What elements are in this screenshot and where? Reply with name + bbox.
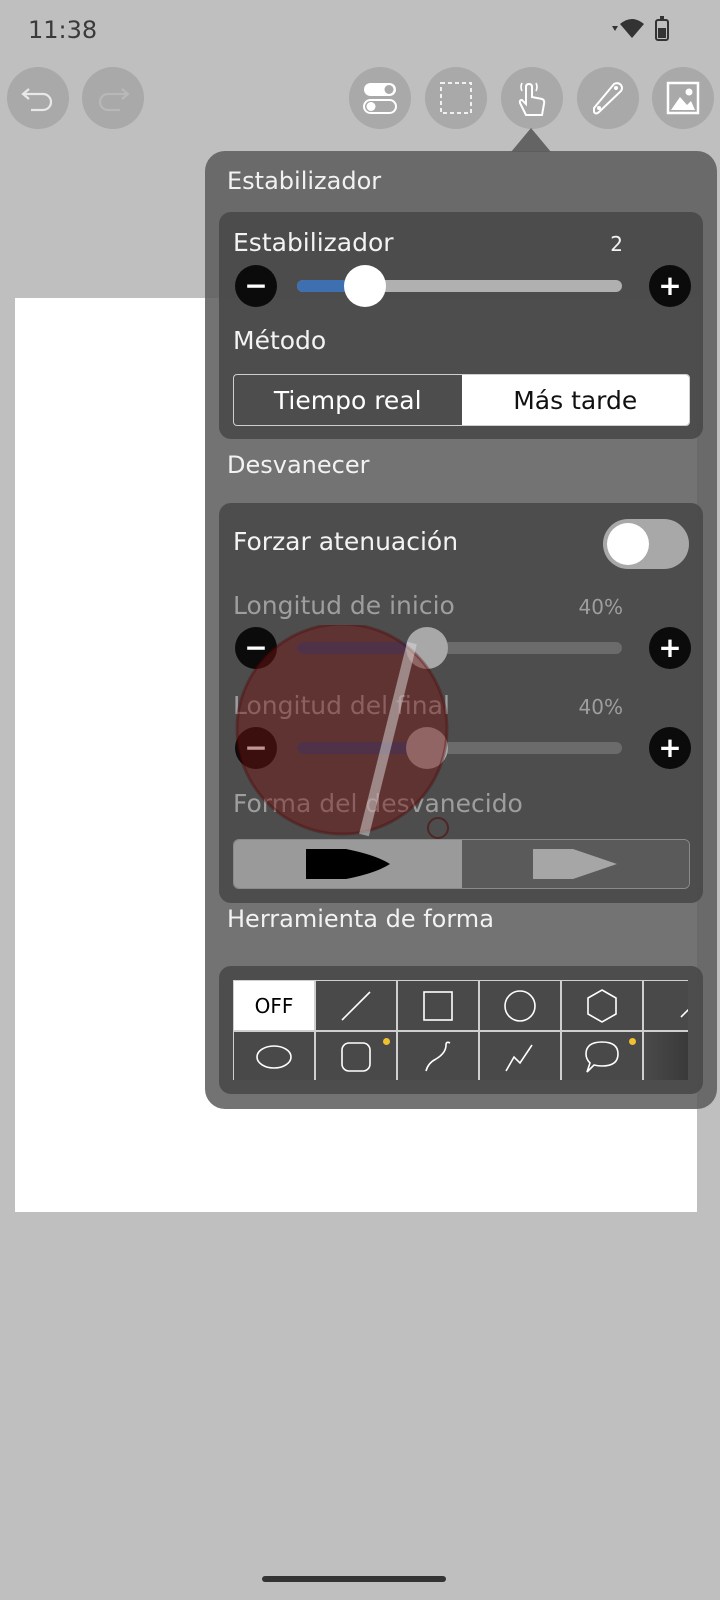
image-button[interactable] — [652, 67, 714, 129]
ruler-icon — [593, 82, 623, 115]
shape-arc-button[interactable] — [643, 980, 688, 1031]
polyline-icon — [505, 1044, 533, 1071]
end-length-slider-track[interactable] — [297, 742, 622, 754]
start-length-label: Longitud de inicio — [233, 591, 455, 620]
start-length-minus-button[interactable]: − — [235, 627, 277, 669]
toggle-settings-icon — [363, 83, 397, 114]
section-title-stabilizer: Estabilizador — [227, 167, 382, 195]
rectangle-icon — [423, 990, 453, 1021]
method-label: Método — [233, 326, 327, 355]
line-icon — [341, 990, 371, 1021]
image-icon — [666, 81, 700, 115]
shape-circle-button[interactable] — [479, 980, 561, 1031]
start-length-slider-thumb[interactable] — [406, 627, 448, 669]
stabilizer-plus-button[interactable]: + — [649, 265, 691, 307]
redo-icon — [98, 88, 130, 112]
fade-shape-option-rounded[interactable] — [234, 840, 462, 888]
section-title-shape-tool: Herramienta de forma — [227, 905, 494, 933]
shape-tool-grid: OFF — [233, 980, 688, 1080]
stabilizer-slider-thumb[interactable] — [344, 265, 387, 307]
end-length-slider-thumb[interactable] — [406, 727, 448, 769]
fade-shape-control — [233, 839, 690, 889]
selection-icon — [440, 82, 472, 114]
start-length-slider-track[interactable] — [297, 642, 622, 654]
redo-button[interactable] — [82, 67, 144, 129]
status-bar: 11:38 — [0, 0, 720, 60]
popup-arrow — [511, 128, 551, 152]
stabilizer-popup: Estabilizador Estabilizador 2 − + Método… — [205, 151, 717, 1109]
new-indicator-dot — [383, 1038, 390, 1045]
undo-button[interactable] — [7, 67, 69, 129]
shape-more-button[interactable] — [643, 1031, 688, 1080]
settings-toggle-button[interactable] — [349, 67, 411, 129]
method-segmented-control: Tiempo real Más tarde — [233, 374, 690, 426]
selection-button[interactable] — [425, 67, 487, 129]
shape-speech-bubble-button[interactable] — [561, 1031, 643, 1080]
stabilizer-value: 2 — [610, 232, 623, 256]
curve-icon — [425, 1041, 451, 1071]
start-length-plus-button[interactable]: + — [649, 627, 691, 669]
fade-card: Forzar atenuación Longitud de inicio 40%… — [219, 503, 703, 903]
shape-curve-button[interactable] — [397, 1031, 479, 1080]
end-length-value: 40% — [578, 695, 623, 719]
speech-bubble-icon — [585, 1040, 619, 1073]
stabilizer-minus-button[interactable]: − — [235, 265, 277, 307]
circle-icon — [504, 989, 536, 1022]
end-length-plus-button[interactable]: + — [649, 727, 691, 769]
ruler-button[interactable] — [577, 67, 639, 129]
shape-off-button[interactable]: OFF — [233, 980, 315, 1031]
fade-shape-label: Forma del desvanecido — [233, 789, 523, 818]
toggle-knob — [607, 523, 649, 565]
rounded-rect-icon — [341, 1041, 371, 1072]
clock: 11:38 — [28, 16, 98, 44]
section-title-fade: Desvanecer — [227, 451, 370, 479]
ellipse-icon — [256, 1044, 292, 1069]
hexagon-icon — [587, 988, 617, 1023]
start-length-value: 40% — [578, 595, 623, 619]
shape-rectangle-button[interactable] — [397, 980, 479, 1031]
gesture-button[interactable] — [501, 67, 563, 129]
shape-polyline-button[interactable] — [479, 1031, 561, 1080]
end-length-label: Longitud del final — [233, 691, 450, 720]
stabilizer-label: Estabilizador — [233, 228, 394, 257]
home-indicator[interactable] — [262, 1576, 446, 1582]
force-fade-toggle[interactable] — [603, 519, 689, 569]
end-length-minus-button[interactable]: − — [235, 727, 277, 769]
shape-ellipse-button[interactable] — [233, 1031, 315, 1080]
wifi-battery-icon — [612, 16, 669, 41]
shape-hexagon-button[interactable] — [561, 980, 643, 1031]
method-option-later[interactable]: Más tarde — [461, 375, 689, 425]
shape-tool-card: OFF — [219, 966, 703, 1094]
arc-icon — [680, 1008, 688, 1018]
hand-gesture-icon — [518, 82, 546, 116]
force-fade-label: Forzar atenuación — [233, 527, 459, 556]
status-icons — [610, 16, 670, 48]
undo-icon — [21, 88, 53, 112]
stabilizer-card: Estabilizador 2 − + Método Tiempo real M… — [219, 212, 703, 439]
fade-shape-option-sharp[interactable] — [461, 840, 689, 888]
shape-line-button[interactable] — [315, 980, 397, 1031]
method-option-realtime[interactable]: Tiempo real — [234, 375, 462, 425]
rounded-taper-icon — [305, 849, 390, 879]
sharp-taper-icon — [533, 849, 618, 879]
shape-rounded-rect-button[interactable] — [315, 1031, 397, 1080]
new-indicator-dot — [629, 1038, 636, 1045]
